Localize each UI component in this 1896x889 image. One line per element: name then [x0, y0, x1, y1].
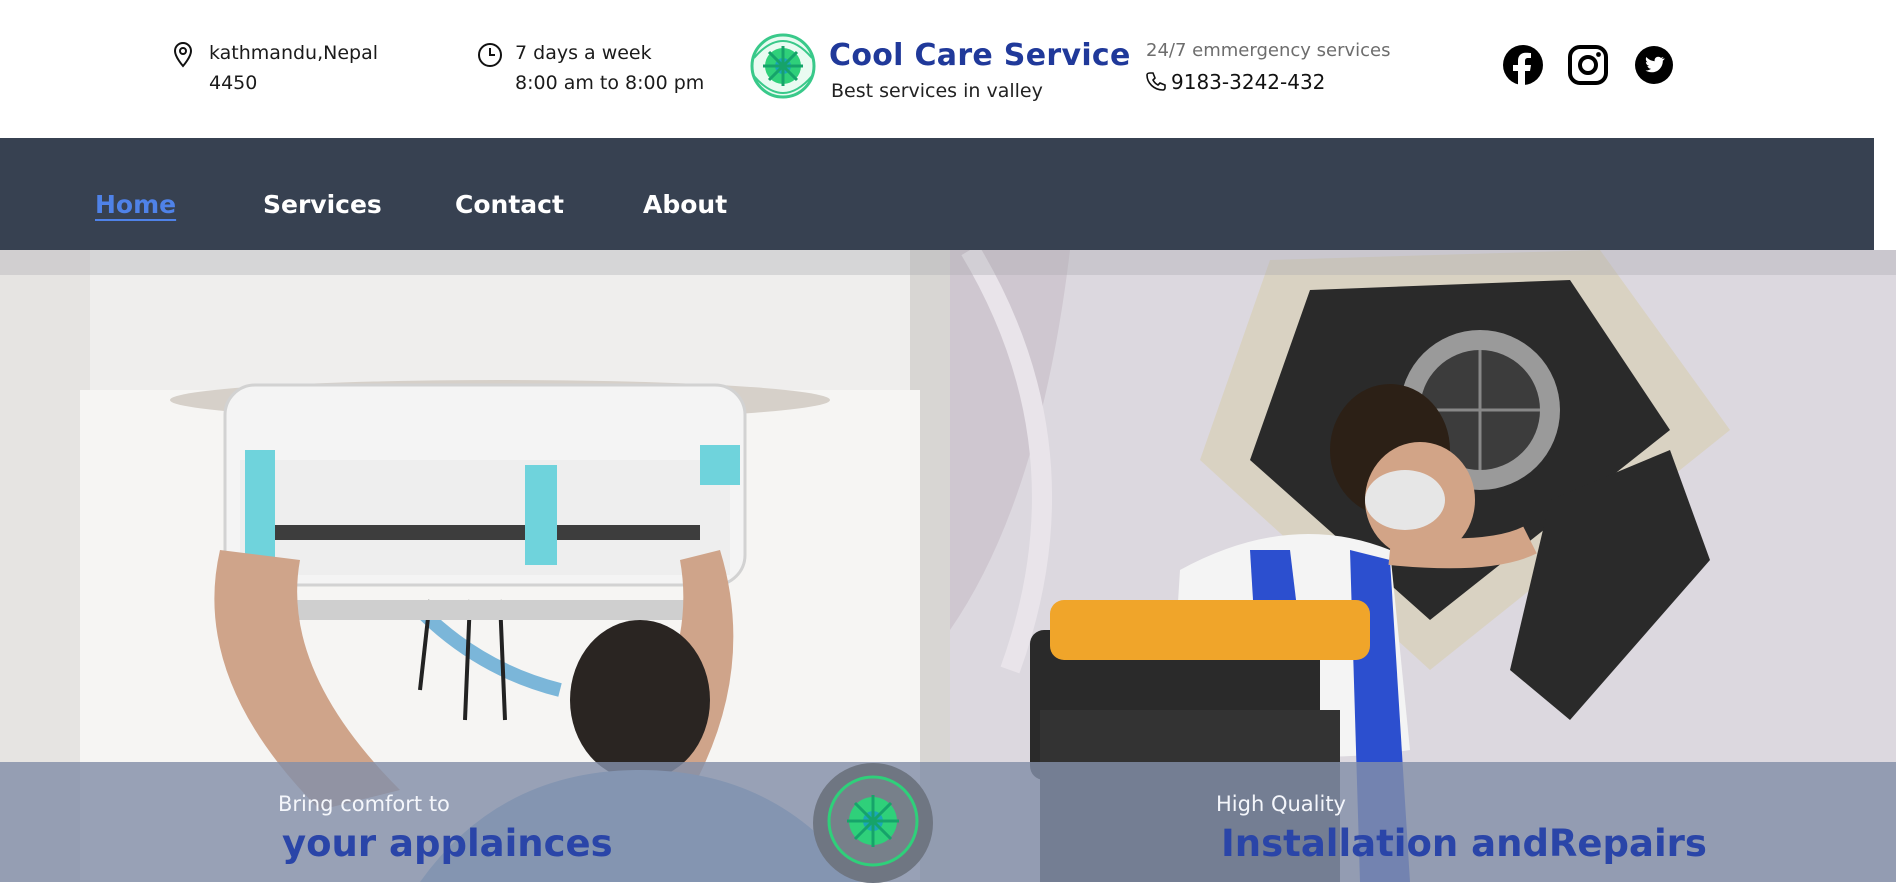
- slide2-small-text: High Quality: [1216, 792, 1346, 816]
- instagram-icon[interactable]: [1568, 45, 1608, 90]
- twitter-icon[interactable]: [1635, 46, 1673, 89]
- phone-icon: [1146, 71, 1166, 91]
- brand-title[interactable]: Cool Care Service: [829, 38, 1131, 73]
- hero-logo-badge: [812, 762, 934, 889]
- nav-item-home[interactable]: Home: [95, 190, 176, 219]
- brand-logo[interactable]: [748, 28, 818, 109]
- brand-subtitle: Best services in valley: [831, 80, 1043, 102]
- nav-item-services[interactable]: Services: [263, 190, 382, 219]
- hours-text: 7 days a week 8:00 am to 8:00 pm: [515, 38, 704, 98]
- clock-icon: [477, 42, 503, 68]
- location-pin-icon: [172, 41, 194, 69]
- slide1-small-text: Bring comfort to: [278, 792, 450, 816]
- nav-item-about[interactable]: About: [643, 190, 727, 219]
- facebook-icon[interactable]: [1503, 45, 1543, 90]
- nav-item-contact[interactable]: Contact: [455, 190, 564, 219]
- location-line-2: 4450: [209, 72, 258, 94]
- location-text: kathmandu,Nepal 4450: [209, 38, 378, 98]
- phone-number[interactable]: 9183-3242-432: [1171, 70, 1325, 94]
- hero-caption-band: Bring comfort to your applainces High Qu…: [0, 762, 1896, 883]
- main-nav: Home Services Contact About: [0, 138, 1874, 250]
- slide1-headline: your applainces: [282, 822, 613, 865]
- hero-top-fade: [0, 250, 1896, 275]
- hours-line-2: 8:00 am to 8:00 pm: [515, 72, 705, 94]
- top-info-bar: kathmandu,Nepal 4450 7 days a week 8:00 …: [0, 0, 1896, 138]
- emergency-label: 24/7 emmergency services: [1146, 40, 1391, 61]
- slide2-headline: Installation andRepairs: [1221, 822, 1707, 865]
- hours-line-1: 7 days a week: [515, 42, 652, 64]
- location-line-1: kathmandu,Nepal: [209, 42, 379, 64]
